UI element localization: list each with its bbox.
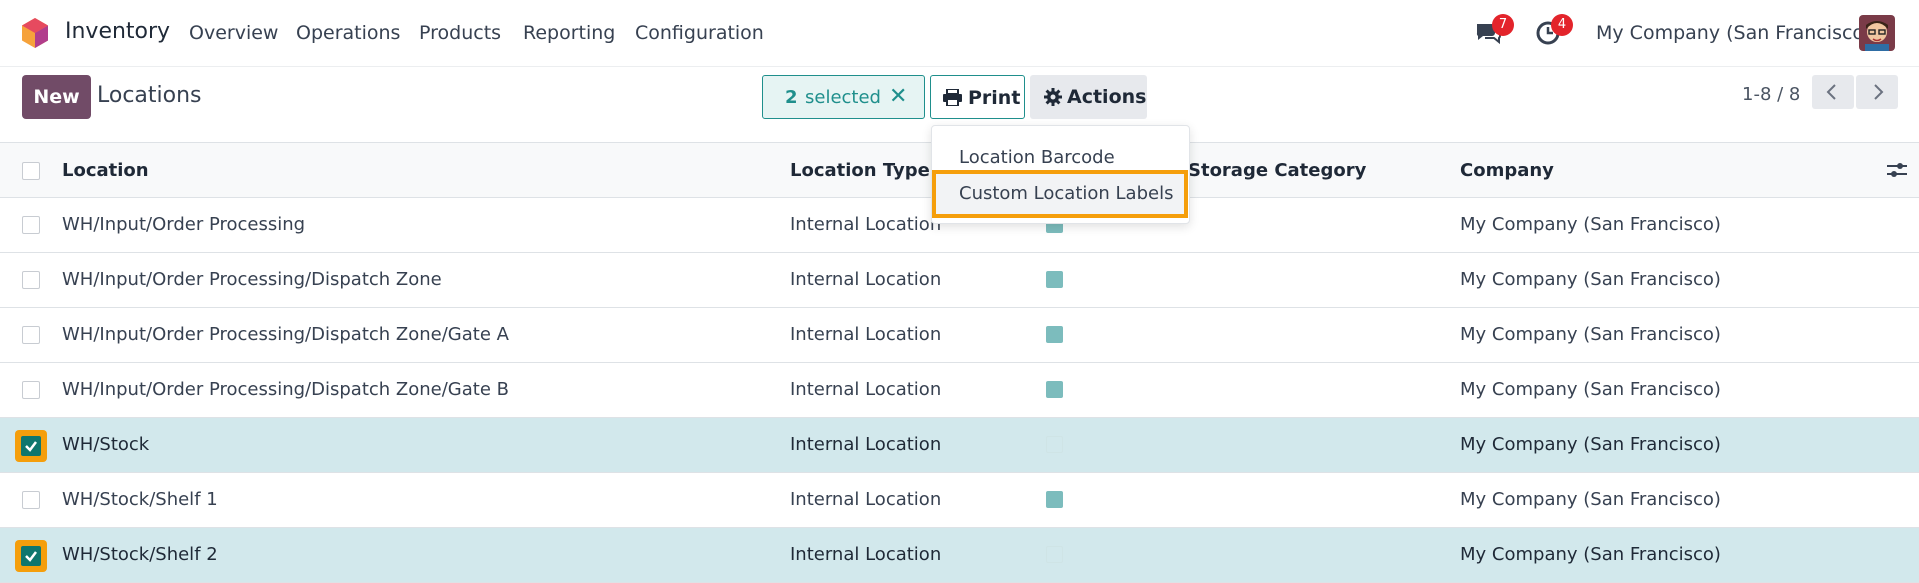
inventory-app-icon[interactable]	[22, 18, 48, 48]
location-name: WH/Input/Order Processing/Dispatch Zone/…	[62, 379, 509, 400]
location-type: Internal Location	[790, 379, 942, 400]
column-location[interactable]: Location	[62, 160, 149, 181]
pager-value[interactable]: 1-8 / 8	[1742, 84, 1800, 105]
column-company[interactable]: Company	[1460, 160, 1554, 181]
location-name: WH/Stock/Shelf 2	[62, 544, 218, 565]
menu-operations[interactable]: Operations	[296, 22, 400, 44]
location-type: Internal Location	[790, 269, 942, 290]
checkmark-icon	[25, 441, 37, 452]
chevron-left-icon	[1826, 84, 1836, 100]
optional-columns-toggle-icon[interactable]	[1887, 161, 1907, 179]
table-row[interactable]: WH/Input/Order Processing/Dispatch Zone …	[0, 253, 1919, 308]
menu-item-custom-location-labels[interactable]: Custom Location Labels	[932, 170, 1188, 218]
actions-button[interactable]: Actions	[1030, 75, 1147, 119]
location-name: WH/Input/Order Processing/Dispatch Zone/…	[62, 324, 509, 345]
chevron-right-icon	[1874, 84, 1884, 100]
checkmark-icon	[25, 551, 37, 562]
top-navbar: Inventory Overview Operations Products R…	[0, 0, 1919, 67]
scrap-location-unchecked	[1046, 546, 1063, 563]
company-cell: My Company (San Francisco)	[1460, 544, 1721, 565]
location-type: Internal Location	[790, 214, 942, 235]
row-checkbox[interactable]	[22, 491, 40, 509]
row-checkbox[interactable]	[22, 381, 40, 399]
company-switcher[interactable]: My Company (San Francisco)	[1596, 22, 1871, 44]
company-cell: My Company (San Francisco)	[1460, 434, 1721, 455]
company-cell: My Company (San Francisco)	[1460, 489, 1721, 510]
new-button[interactable]: New	[22, 75, 91, 119]
location-type: Internal Location	[790, 544, 942, 565]
location-name: WH/Stock	[62, 434, 150, 455]
scrap-location-checked	[1046, 271, 1063, 288]
column-location-type[interactable]: Location Type	[790, 160, 930, 181]
table-row[interactable]: WH/Stock Internal Location My Company (S…	[0, 418, 1919, 473]
selected-label: selected	[805, 87, 881, 108]
location-type: Internal Location	[790, 324, 942, 345]
menu-item-location-barcode[interactable]: Location Barcode	[959, 147, 1115, 168]
activities-badge: 4	[1551, 14, 1573, 36]
select-all-checkbox[interactable]	[22, 162, 40, 180]
actions-label: Actions	[1067, 86, 1147, 108]
company-cell: My Company (San Francisco)	[1460, 269, 1721, 290]
print-label: Print	[968, 87, 1021, 109]
row-checkbox[interactable]	[22, 216, 40, 234]
row-checkbox[interactable]	[22, 271, 40, 289]
gear-icon	[1044, 88, 1062, 106]
scrap-location-unchecked	[1046, 436, 1063, 453]
row-checkbox-checked[interactable]	[15, 430, 47, 462]
location-type: Internal Location	[790, 489, 942, 510]
menu-overview[interactable]: Overview	[189, 22, 278, 44]
row-checkbox-checked[interactable]	[15, 540, 47, 572]
pager-previous-button[interactable]	[1812, 75, 1854, 109]
selected-count: 2	[785, 87, 798, 108]
page-title: Locations	[97, 83, 202, 108]
location-name: WH/Input/Order Processing	[62, 214, 306, 235]
table-row[interactable]: WH/Input/Order Processing/Dispatch Zone/…	[0, 308, 1919, 363]
location-name: WH/Input/Order Processing/Dispatch Zone	[62, 269, 442, 290]
menu-item-label: Custom Location Labels	[959, 183, 1174, 204]
menu-products[interactable]: Products	[419, 22, 501, 44]
company-cell: My Company (San Francisco)	[1460, 324, 1721, 345]
scrap-location-checked	[1046, 381, 1063, 398]
selection-indicator: 2 selected ✕	[762, 75, 925, 119]
column-storage-category[interactable]: Storage Category	[1188, 160, 1366, 181]
table-row[interactable]: WH/Stock/Shelf 2 Internal Location My Co…	[0, 528, 1919, 583]
row-checkbox[interactable]	[22, 326, 40, 344]
company-cell: My Company (San Francisco)	[1460, 379, 1721, 400]
location-name: WH/Stock/Shelf 1	[62, 489, 218, 510]
menu-configuration[interactable]: Configuration	[635, 22, 764, 44]
app-name[interactable]: Inventory	[65, 19, 170, 44]
scrap-location-checked	[1046, 491, 1063, 508]
print-button[interactable]: Print	[930, 75, 1025, 119]
printer-icon	[943, 89, 962, 106]
location-type: Internal Location	[790, 434, 942, 455]
scrap-location-checked	[1046, 326, 1063, 343]
table-row[interactable]: WH/Stock/Shelf 1 Internal Location My Co…	[0, 473, 1919, 528]
pager-next-button[interactable]	[1856, 75, 1898, 109]
user-avatar[interactable]	[1859, 15, 1895, 51]
messages-badge: 7	[1492, 14, 1514, 36]
company-cell: My Company (San Francisco)	[1460, 214, 1721, 235]
clear-selection-icon[interactable]: ✕	[889, 84, 907, 109]
menu-reporting[interactable]: Reporting	[523, 22, 615, 44]
table-row[interactable]: WH/Input/Order Processing/Dispatch Zone/…	[0, 363, 1919, 418]
